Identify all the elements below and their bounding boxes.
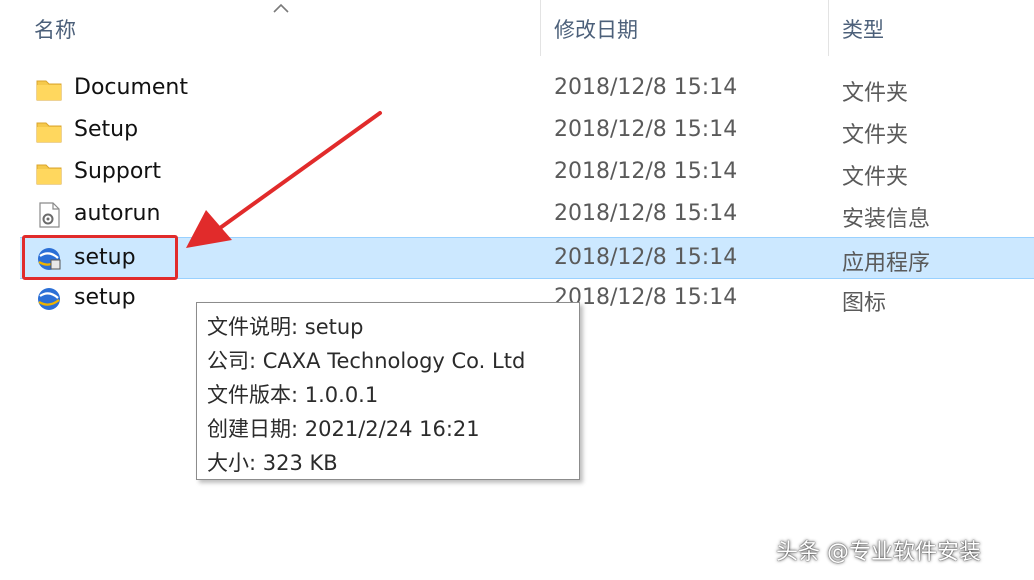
- file-name: Support: [74, 159, 161, 184]
- file-row-setup-folder[interactable]: Setup 2018/12/8 15:14 文件夹: [20, 110, 1034, 152]
- folder-icon: [36, 80, 62, 101]
- column-divider[interactable]: [828, 0, 829, 56]
- file-name: autorun: [74, 201, 161, 226]
- setup-info-icon: [39, 202, 60, 228]
- column-header-date[interactable]: 修改日期: [554, 14, 638, 44]
- file-row-document[interactable]: Document 2018/12/8 15:14 文件夹: [20, 68, 1034, 110]
- file-type: 文件夹: [842, 165, 909, 190]
- red-highlight-box: [22, 235, 178, 280]
- file-name: setup: [74, 285, 136, 310]
- file-name: Setup: [74, 117, 139, 142]
- column-header-bar: 名称 修改日期 类型: [0, 0, 1034, 58]
- file-modified-date: 2018/12/8 15:14: [554, 75, 738, 100]
- column-divider[interactable]: [540, 0, 541, 56]
- tooltip-size: 大小: 323 KB: [207, 451, 338, 475]
- tooltip-company: 公司: CAXA Technology Co. Ltd: [207, 349, 526, 373]
- column-header-type[interactable]: 类型: [842, 14, 884, 44]
- file-modified-date: 2018/12/8 15:14: [554, 245, 738, 270]
- installer-ico-icon: [38, 288, 60, 310]
- file-modified-date: 2018/12/8 15:14: [554, 201, 738, 226]
- file-type: 文件夹: [842, 81, 909, 106]
- file-type: 图标: [842, 291, 887, 316]
- folder-icon: [36, 122, 62, 143]
- column-header-name[interactable]: 名称: [34, 14, 76, 44]
- file-name: Document: [74, 75, 188, 100]
- file-row-autorun[interactable]: autorun 2018/12/8 15:14 安装信息: [20, 194, 1034, 236]
- watermark-text: 头条 @专业软件安装: [776, 540, 981, 565]
- sort-ascending-icon: [273, 3, 289, 13]
- file-row-support[interactable]: Support 2018/12/8 15:14 文件夹: [20, 152, 1034, 194]
- file-type: 文件夹: [842, 123, 909, 148]
- file-modified-date: 2018/12/8 15:14: [554, 285, 738, 310]
- tooltip-version: 文件版本: 1.0.0.1: [207, 383, 379, 407]
- tooltip-description: 文件说明: setup: [207, 315, 364, 339]
- file-type: 安装信息: [842, 207, 931, 232]
- file-modified-date: 2018/12/8 15:14: [554, 159, 738, 184]
- file-modified-date: 2018/12/8 15:14: [554, 117, 738, 142]
- file-type: 应用程序: [842, 251, 931, 276]
- folder-icon: [36, 164, 62, 185]
- file-info-tooltip: 文件说明: setup 公司: CAXA Technology Co. Ltd …: [196, 302, 580, 480]
- tooltip-created-date: 创建日期: 2021/2/24 16:21: [207, 417, 480, 441]
